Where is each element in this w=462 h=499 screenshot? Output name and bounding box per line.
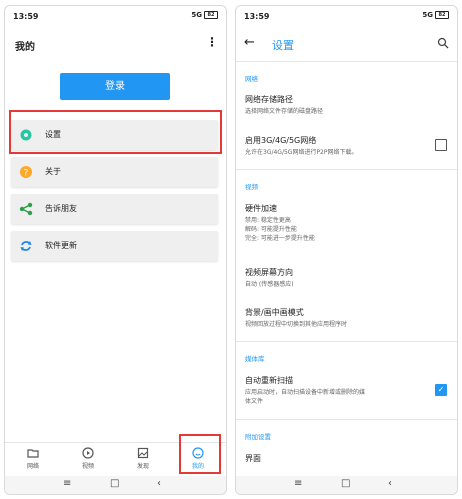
pref-rescan-title[interactable]: 自动重新扫描 (245, 375, 293, 386)
status-time: 13:59 (13, 12, 39, 21)
page-title: 我的 (15, 42, 35, 53)
tab-label: 视频 (81, 463, 94, 470)
menu-item-label: 软件更新 (45, 241, 77, 250)
system-nav-bar: ≡ □ ‹ (236, 476, 457, 494)
home-icon[interactable]: □ (341, 478, 350, 489)
tab-network[interactable]: 网络 (13, 447, 53, 470)
pref-orientation-title[interactable]: 视频屏幕方向 (245, 267, 293, 278)
svg-text:?: ? (24, 169, 29, 179)
pref-interface-title[interactable]: 界面 (245, 453, 261, 464)
back-icon[interactable]: ‹ (388, 478, 392, 489)
battery-icon: 82 (204, 11, 218, 19)
battery-icon: 82 (435, 11, 449, 19)
signal-icon: 5G (191, 11, 202, 19)
menu-item-label: 告诉朋友 (45, 204, 77, 213)
pref-hw-accel-summary: 禁用: 稳定性更高 解码: 可能提升性能 完全: 可能进一步提升性能 (245, 217, 315, 242)
section-additional: 附加设置 (245, 433, 271, 441)
pref-mobile-network-summary: 允许在3G/4G/5G网络进行P2P网络下载。 (245, 149, 358, 156)
left-screen: 13:59 5G 82 我的 ⋮ 登录 设置 ? 关于 告诉朋友 软件更新 网络… (4, 5, 227, 495)
back-arrow-icon[interactable]: ← (244, 35, 255, 50)
status-bar: 13:59 5G 82 (236, 6, 457, 26)
search-icon[interactable] (437, 37, 449, 49)
back-icon[interactable]: ‹ (157, 478, 161, 489)
tab-label: 网络 (26, 463, 39, 470)
section-video: 视频 (245, 183, 258, 191)
divider (236, 341, 457, 342)
right-screen: 13:59 5G 82 ← 设置 网络 网络存储路径 选择网络文件存储的磁盘路径… (235, 5, 458, 495)
divider (236, 61, 457, 62)
menu-icon[interactable]: ≡ (294, 478, 302, 489)
menu-item-about[interactable]: ? 关于 (11, 157, 218, 187)
page-title: 设置 (272, 39, 294, 52)
pref-rescan-summary: 应用启动时，自动扫描设备中新增或删除的媒 体文件 (245, 389, 366, 405)
status-icons: 5G 82 (191, 11, 218, 19)
play-icon (82, 447, 94, 459)
menu-item-label: 关于 (45, 167, 61, 176)
section-network: 网络 (245, 75, 258, 83)
menu-icon[interactable]: ≡ (63, 478, 71, 489)
pref-orientation-summary: 自动 (传感器感应) (245, 281, 294, 288)
refresh-icon (20, 241, 32, 251)
divider (236, 169, 457, 170)
folder-icon (27, 449, 39, 458)
pref-mobile-network-title[interactable]: 启用3G/4G/5G网络 (245, 135, 316, 146)
pref-network-storage-summary: 选择网络文件存储的磁盘路径 (245, 108, 324, 115)
more-options-icon[interactable]: ⋮ (206, 36, 218, 48)
image-icon (137, 447, 149, 459)
pref-pip-summary: 视频回放过程中切换到其他应用程序时 (245, 321, 348, 328)
pref-pip-title[interactable]: 背景/画中画模式 (245, 307, 304, 318)
login-button[interactable]: 登录 (60, 73, 170, 100)
pref-hw-accel-title[interactable]: 硬件加速 (245, 203, 277, 214)
settings-highlight (9, 110, 222, 154)
tab-discover[interactable]: 发现 (123, 447, 163, 470)
tab-video[interactable]: 视频 (68, 447, 108, 470)
pref-network-storage-title[interactable]: 网络存储路径 (245, 94, 293, 105)
me-tab-highlight (179, 434, 221, 474)
home-icon[interactable]: □ (110, 478, 119, 489)
section-media-library: 媒体库 (245, 355, 265, 363)
signal-icon: 5G (422, 11, 433, 19)
rescan-checkbox[interactable]: ✓ (435, 384, 447, 396)
menu-item-share[interactable]: 告诉朋友 (11, 194, 218, 224)
share-icon (19, 202, 33, 216)
menu-item-update[interactable]: 软件更新 (11, 231, 218, 261)
mobile-network-checkbox[interactable] (435, 139, 447, 151)
tab-label: 发现 (136, 463, 149, 470)
status-bar: 13:59 5G 82 (5, 6, 226, 26)
divider (236, 419, 457, 420)
system-nav-bar: ≡ □ ‹ (5, 476, 226, 494)
status-time: 13:59 (244, 12, 270, 21)
question-icon: ? (20, 166, 32, 179)
status-icons: 5G 82 (422, 11, 449, 19)
